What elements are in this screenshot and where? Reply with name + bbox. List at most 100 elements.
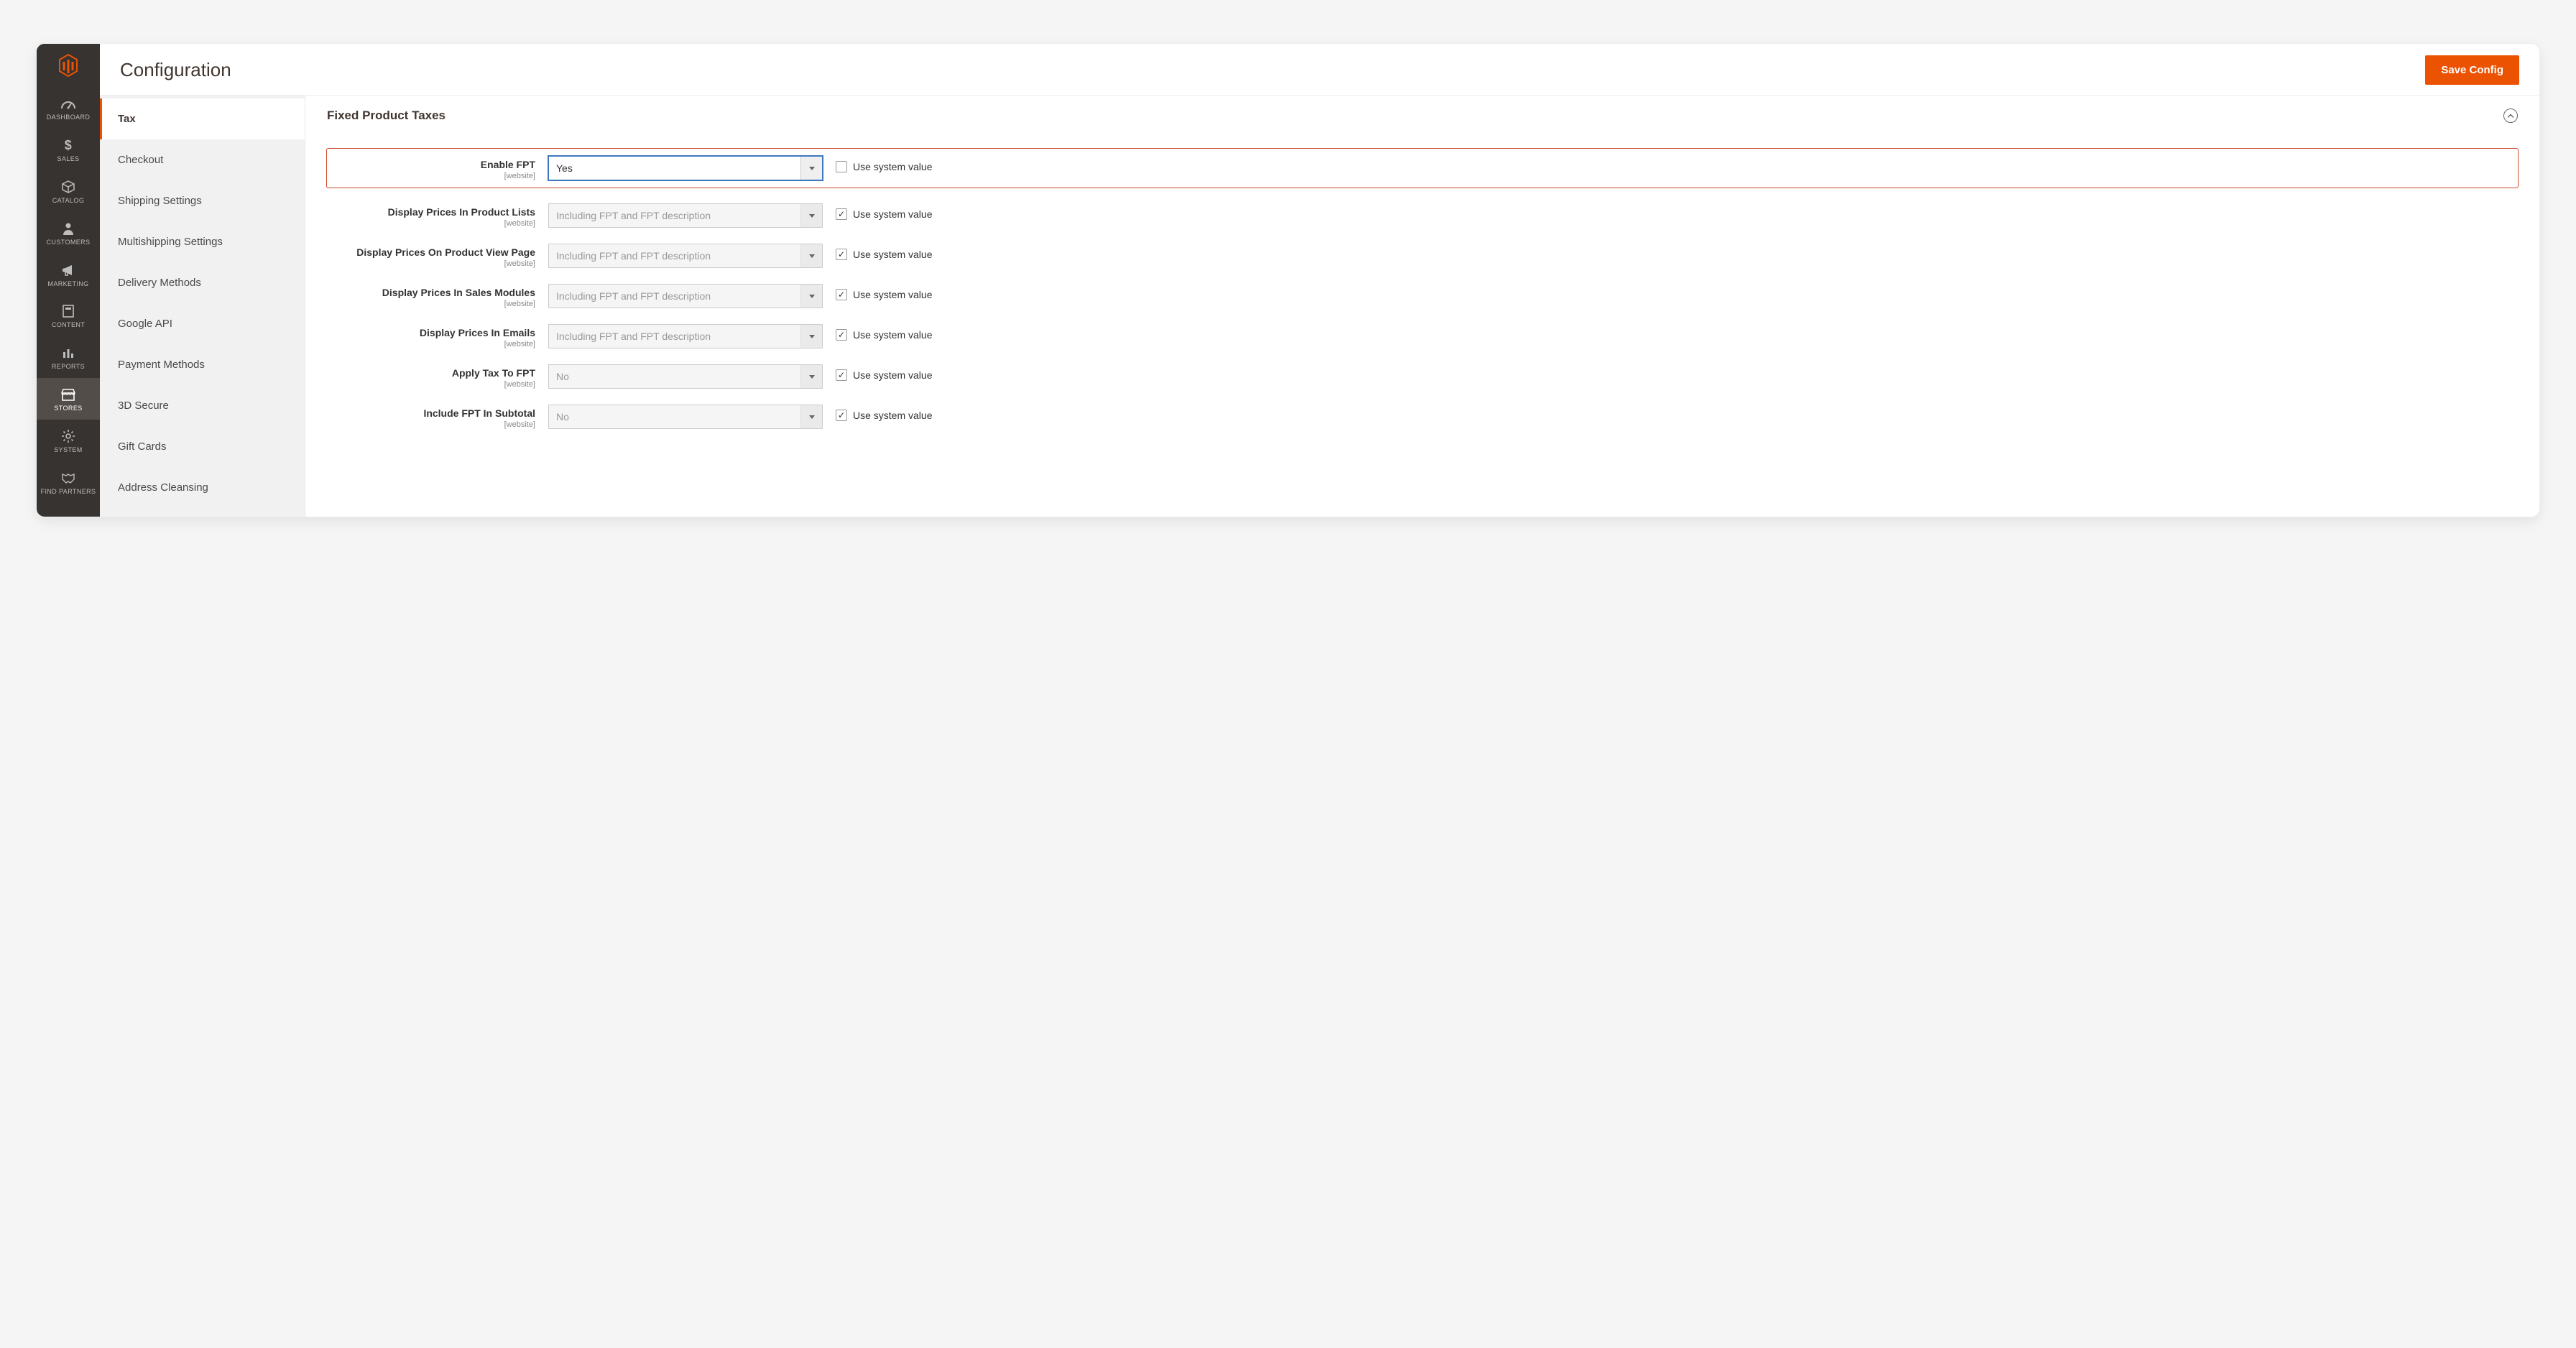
use-system-label: Use system value [853,410,932,421]
field-label-text: Enable FPT [481,159,535,170]
admin-nav-item-find-partners[interactable]: FIND PARTNERS [37,461,100,503]
checkbox-icon[interactable] [836,161,847,172]
use-system-value-include-fpt-subtotal[interactable]: Use system value [836,405,2518,421]
select-enable-fpt[interactable]: Yes [548,156,823,180]
gauge-icon [60,96,77,111]
select-value: No [556,371,569,382]
settings-nav-item-delivery-methods[interactable]: Delivery Methods [100,262,305,303]
admin-nav-label: FIND PARTNERS [41,489,96,496]
settings-nav-item-3d-secure[interactable]: 3D Secure [100,385,305,426]
use-system-value-display-prices-emails[interactable]: Use system value [836,324,2518,341]
settings-nav-item-shipping-settings[interactable]: Shipping Settings [100,180,305,221]
select-value: Including FPT and FPT description [556,250,711,262]
checkbox-icon[interactable] [836,410,847,421]
field-label: Apply Tax To FPT[website] [327,364,535,389]
admin-nav-label: CUSTOMERS [47,239,91,246]
chevron-down-icon [800,325,822,348]
checkbox-icon[interactable] [836,329,847,341]
bars-icon [60,345,77,361]
dollar-icon: $ [60,137,77,153]
page-header: Configuration Save Config [100,44,2539,96]
section-header: Fixed Product Taxes [327,109,2518,123]
settings-nav-item-google-api[interactable]: Google API [100,303,305,344]
section-collapse-button[interactable] [2503,109,2518,123]
svg-text:$: $ [65,138,72,152]
person-icon [60,221,77,236]
admin-nav-label: STORES [54,405,82,412]
storefront-icon [60,387,77,402]
settings-nav-item-checkout[interactable]: Checkout [100,139,305,180]
admin-nav-label: SYSTEM [54,447,82,454]
page-title: Configuration [120,59,231,81]
select-value: Yes [556,162,573,174]
select-display-prices-product-lists: Including FPT and FPT description [548,203,823,228]
admin-nav-label: CONTENT [52,322,85,329]
checkbox-icon[interactable] [836,369,847,381]
select-display-prices-sales-modules: Including FPT and FPT description [548,284,823,308]
form-rows: Enable FPT[website]YesUse system valueDi… [327,149,2518,429]
admin-nav-item-system[interactable]: SYSTEM [37,420,100,461]
megaphone-icon [60,262,77,278]
admin-nav-item-dashboard[interactable]: DASHBOARD [37,87,100,129]
chevron-down-icon [800,244,822,267]
field-scope: [website] [327,172,535,180]
chevron-down-icon [800,204,822,227]
field-scope: [website] [327,340,535,348]
content-pane: Fixed Product Taxes Enable FPT [website] Y… [305,96,2539,517]
field-label-text: Display Prices In Sales Modules [382,287,535,298]
select-include-fpt-subtotal: No [548,405,823,429]
select-display-prices-emails: Including FPT and FPT description [548,324,823,348]
settings-nav-item-multishipping-settings[interactable]: Multishipping Settings [100,221,305,262]
checkbox-icon[interactable] [836,249,847,260]
checkbox-icon[interactable] [836,289,847,300]
chevron-down-icon [800,405,822,428]
admin-nav-item-stores[interactable]: STORES [37,378,100,420]
use-system-value-display-prices-product-view[interactable]: Use system value [836,244,2518,260]
chevron-down-icon [800,365,822,388]
field-label-text: Apply Tax To FPT [452,367,535,379]
form-row-enable-fpt: Enable FPT [website] Yes Use system value [327,149,2518,188]
admin-nav: DASHBOARD $ SALES CATALOG CUSTOMERS MARKETING… [37,44,100,517]
field-scope: [website] [327,300,535,308]
select-apply-tax-to-fpt: No [548,364,823,389]
field-label: Display Prices In Sales Modules [website] [327,284,535,308]
field-label-text: Include FPT In Subtotal [423,407,535,419]
field-label-text: Display Prices In Emails [420,327,535,338]
save-config-button[interactable]: Save Config [2425,55,2519,85]
admin-nav-label: SALES [57,156,79,163]
admin-nav-item-sales[interactable]: $ SALES [37,129,100,170]
field-scope: [website] [327,219,535,228]
admin-nav-label: MARKETING [47,281,88,288]
field-scope: [website] [327,259,535,268]
select-value: Including FPT and FPT description [556,210,711,221]
settings-nav-item-gift-cards[interactable]: Gift Cards [100,426,305,467]
select-value: No [556,411,569,423]
use-system-value-display-prices-sales-modules[interactable]: Use system value [836,284,2518,300]
admin-nav-item-customers[interactable]: CUSTOMERS [37,212,100,254]
admin-nav-item-catalog[interactable]: CATALOG [37,170,100,212]
settings-nav-item-tax[interactable]: Tax [100,98,305,139]
use-system-value-display-prices-product-lists[interactable]: Use system value [836,203,2518,220]
use-system-value-enable-fpt[interactable]: Use system value [836,156,2511,172]
admin-nav-item-content[interactable]: CONTENT [37,295,100,336]
use-system-value-apply-tax-to-fpt[interactable]: Use system value [836,364,2518,381]
settings-nav: TaxCheckoutShipping SettingsMultishippin… [100,96,305,517]
use-system-label: Use system value [853,208,932,220]
handshake-icon [60,470,77,486]
box-icon [60,179,77,195]
checkbox-icon[interactable] [836,208,847,220]
use-system-label: Use system value [853,369,932,381]
form-row-apply-tax-to-fpt: Apply Tax To FPT[website] No Use system va… [327,364,2518,389]
settings-nav-item-address-cleansing[interactable]: Address Cleansing [100,467,305,508]
main-area: Configuration Save Config TaxCheckoutShi… [100,44,2539,517]
select-value: Including FPT and FPT description [556,331,711,342]
section-title: Fixed Product Taxes [327,109,446,123]
settings-nav-item-payment-methods[interactable]: Payment Methods [100,344,305,385]
admin-nav-item-reports[interactable]: REPORTS [37,336,100,378]
select-display-prices-product-view: Including FPT and FPT description [548,244,823,268]
chevron-up-icon [2508,114,2513,119]
field-label-text: Display Prices In Product Lists [388,206,535,218]
chevron-down-icon [800,157,822,180]
admin-nav-item-marketing[interactable]: MARKETING [37,254,100,295]
form-row-display-prices-product-view: Display Prices On Product View Page[webs… [327,244,2518,268]
